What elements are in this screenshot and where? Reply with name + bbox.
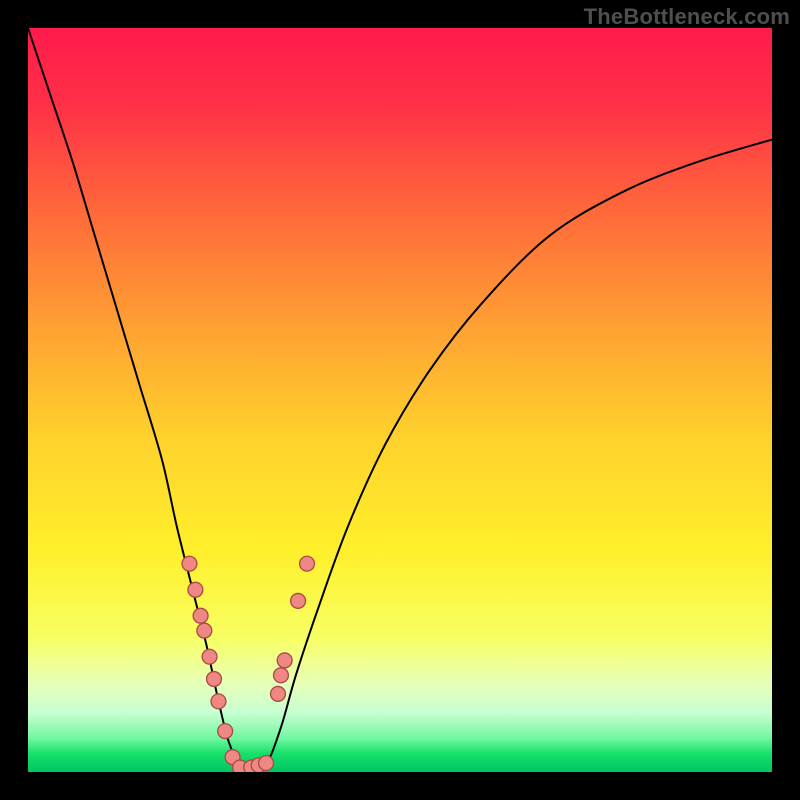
marker-point <box>182 556 197 571</box>
marker-point <box>300 556 315 571</box>
marker-point <box>259 756 274 771</box>
marker-point <box>274 668 289 683</box>
marker-point <box>207 672 222 687</box>
marker-point <box>277 653 292 668</box>
marker-point <box>188 582 203 597</box>
marker-point <box>271 686 286 701</box>
marker-point <box>197 623 212 638</box>
plot-background <box>28 28 772 772</box>
marker-point <box>291 593 306 608</box>
marker-point <box>193 608 208 623</box>
marker-point <box>202 649 217 664</box>
outer-frame: TheBottleneck.com <box>0 0 800 800</box>
watermark-label: TheBottleneck.com <box>584 4 790 30</box>
marker-point <box>218 724 233 739</box>
marker-point <box>211 694 226 709</box>
bottleneck-plot <box>28 28 772 772</box>
